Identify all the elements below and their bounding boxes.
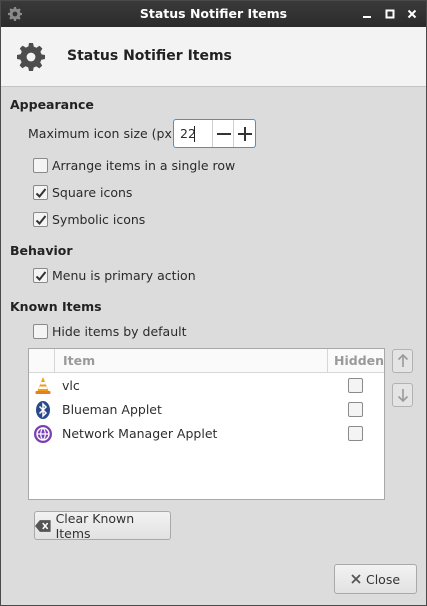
- move-down-button[interactable]: [392, 383, 413, 407]
- dialog-header: Status Notifier Items: [1, 27, 426, 87]
- hidden-checkbox[interactable]: [348, 378, 363, 393]
- appearance-heading: Appearance: [10, 97, 94, 112]
- hidden-checkbox[interactable]: [348, 426, 363, 441]
- close-icon: [407, 9, 417, 19]
- title-bar: Status Notifier Items: [1, 1, 426, 27]
- single-row-checkbox[interactable]: [33, 158, 48, 173]
- plus-icon: [237, 126, 252, 141]
- hide-by-default-checkbox[interactable]: [33, 324, 48, 339]
- column-separator: [54, 349, 55, 373]
- item-name: Blueman Applet: [62, 402, 162, 417]
- symbolic-icons-checkbox[interactable]: [33, 212, 48, 227]
- gear-icon: [17, 43, 45, 71]
- known-items-list[interactable]: Item Hidden vlc Blueman Applet Network M…: [28, 348, 385, 500]
- bluetooth-icon: [36, 401, 50, 419]
- checkmark-icon: [35, 188, 47, 198]
- vlc-icon: [35, 377, 51, 394]
- close-window-button[interactable]: [403, 5, 421, 23]
- close-icon: [351, 574, 361, 584]
- checkmark-icon: [35, 215, 47, 225]
- item-name: Network Manager Applet: [62, 426, 218, 441]
- square-icons-checkbox[interactable]: [33, 185, 48, 200]
- clear-known-items-button[interactable]: Clear Known Items: [34, 510, 171, 541]
- arrow-up-icon: [397, 354, 408, 367]
- header-title: Status Notifier Items: [67, 48, 232, 64]
- move-up-button[interactable]: [392, 349, 413, 373]
- close-label: Close: [365, 571, 401, 587]
- known-items-heading: Known Items: [10, 299, 102, 314]
- hide-by-default-label: Hide items by default: [52, 324, 187, 339]
- arrow-down-icon: [397, 389, 408, 402]
- maximize-button[interactable]: [381, 5, 399, 23]
- max-icon-size-spinbox[interactable]: 22: [173, 119, 256, 148]
- max-icon-size-label: Maximum icon size (px):: [28, 126, 181, 141]
- list-item[interactable]: Blueman Applet: [29, 398, 384, 422]
- checkmark-icon: [35, 271, 47, 281]
- behavior-heading: Behavior: [10, 243, 73, 258]
- column-header-item[interactable]: Item: [63, 353, 95, 368]
- maximize-icon: [385, 9, 395, 19]
- square-icons-label: Square icons: [52, 185, 133, 200]
- increment-button[interactable]: [233, 120, 255, 147]
- menu-primary-checkbox[interactable]: [33, 268, 48, 283]
- hidden-checkbox[interactable]: [348, 402, 363, 417]
- clear-known-items-label: Clear Known Items: [55, 510, 135, 541]
- decrement-button[interactable]: [212, 120, 234, 147]
- list-item[interactable]: Network Manager Applet: [29, 422, 384, 446]
- minus-icon: [216, 132, 231, 135]
- column-separator: [327, 349, 328, 373]
- text-caret: [194, 126, 195, 142]
- clear-icon: [35, 519, 51, 532]
- minimize-icon: [363, 16, 371, 18]
- symbolic-icons-label: Symbolic icons: [52, 212, 146, 227]
- settings-window: Status Notifier Items Status Notifier It…: [0, 0, 427, 606]
- column-header-hidden[interactable]: Hidden: [334, 353, 384, 368]
- menu-primary-label: Menu is primary action: [52, 268, 196, 283]
- list-item[interactable]: vlc: [29, 374, 384, 398]
- minimize-button[interactable]: [358, 5, 376, 23]
- network-manager-icon: [34, 425, 52, 443]
- single-row-label: Arrange items in a single row: [52, 158, 236, 173]
- item-name: vlc: [62, 378, 80, 393]
- close-button[interactable]: Close: [334, 564, 417, 594]
- list-header: Item Hidden: [29, 349, 384, 373]
